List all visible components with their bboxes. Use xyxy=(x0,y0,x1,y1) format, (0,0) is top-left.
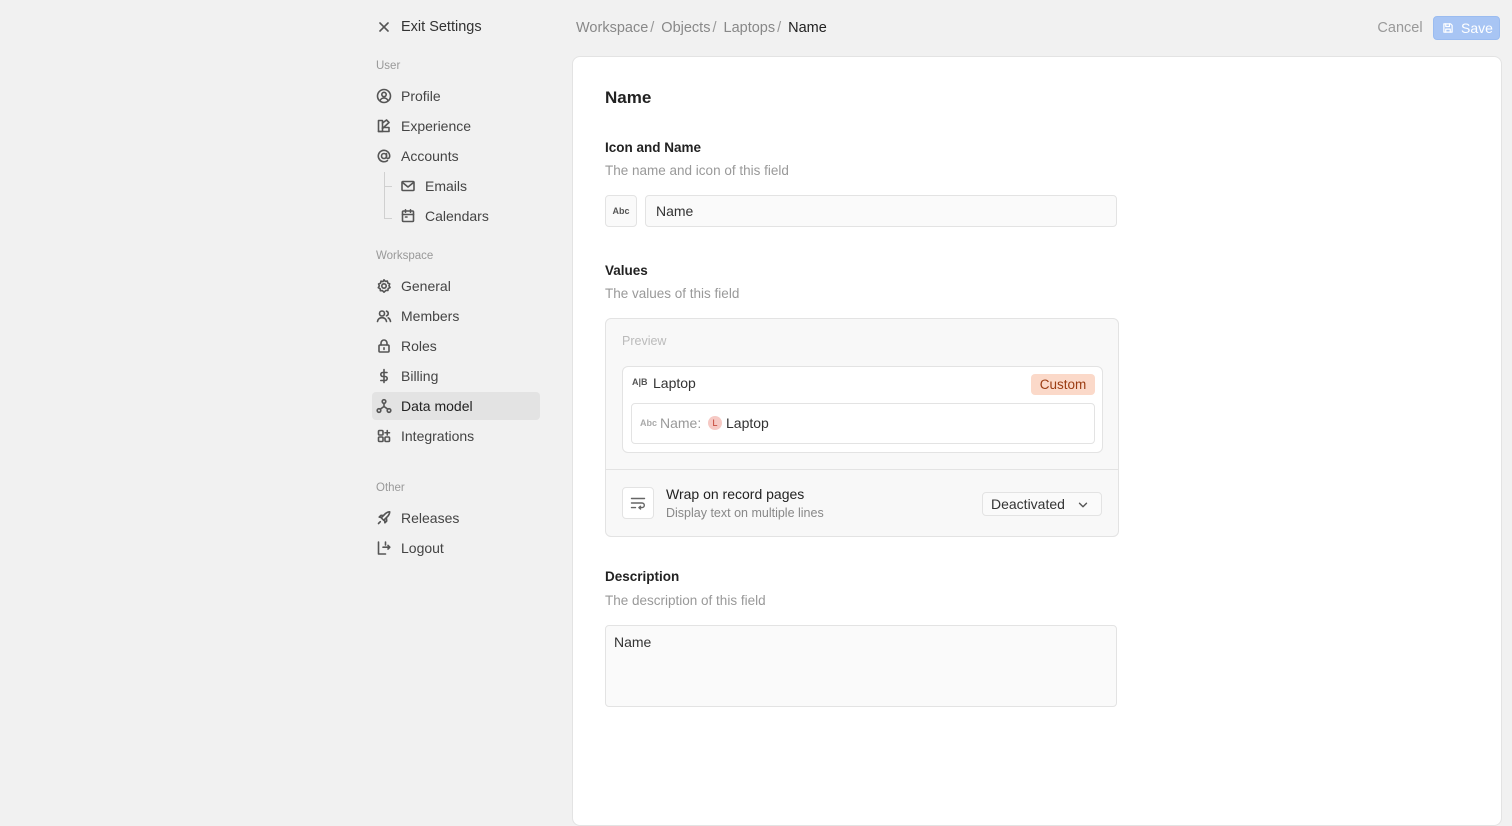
sidebar-item-label: Accounts xyxy=(401,148,459,164)
sidebar-item-members[interactable]: Members xyxy=(372,302,540,330)
section-label-workspace: Workspace xyxy=(376,250,434,262)
field-name-input[interactable] xyxy=(645,195,1117,227)
sidebar-item-releases[interactable]: Releases xyxy=(372,504,540,532)
description-heading: Description xyxy=(605,569,680,584)
swatch-book-icon xyxy=(376,118,392,134)
dollar-icon xyxy=(376,368,392,384)
sidebar-item-calendars[interactable]: Calendars xyxy=(396,202,540,230)
sidebar-item-general[interactable]: General xyxy=(372,272,540,300)
values-heading: Values xyxy=(605,263,648,278)
wrap-text-icon xyxy=(622,487,654,519)
custom-badge: Custom xyxy=(1031,374,1095,395)
description-textarea[interactable]: Name xyxy=(605,625,1117,707)
save-icon xyxy=(1440,20,1456,36)
save-button-label: Save xyxy=(1461,20,1493,36)
breadcrumb-laptops[interactable]: Laptops xyxy=(724,20,776,36)
text-type-icon: Abc xyxy=(640,418,658,428)
lock-icon xyxy=(376,338,392,354)
chevron-down-icon xyxy=(1075,497,1091,513)
icon-name-heading: Icon and Name xyxy=(605,140,702,155)
breadcrumb-current: Name xyxy=(788,20,827,36)
cancel-button[interactable]: Cancel xyxy=(1372,16,1428,40)
sidebar-item-data-model[interactable]: Data model xyxy=(372,392,540,420)
save-button[interactable]: Save xyxy=(1433,16,1500,40)
hierarchy-icon xyxy=(376,398,392,414)
sidebar-item-accounts[interactable]: Accounts xyxy=(372,142,540,170)
tree-connector xyxy=(384,172,385,218)
sidebar-item-billing[interactable]: Billing xyxy=(372,362,540,390)
wrap-setting-select[interactable]: Deactivated xyxy=(982,492,1102,516)
sidebar-item-label: General xyxy=(401,278,451,294)
wrap-setting-value: Deactivated xyxy=(991,496,1065,512)
icon-name-description: The name and icon of this field xyxy=(605,163,789,178)
sidebar-item-label: Experience xyxy=(401,118,472,134)
values-description: The values of this field xyxy=(605,286,740,301)
sidebar-item-label: Emails xyxy=(425,178,468,194)
section-label-other: Other xyxy=(376,482,405,494)
sidebar-item-emails[interactable]: Emails xyxy=(396,172,540,200)
sidebar-item-roles[interactable]: Roles xyxy=(372,332,540,360)
sidebar-item-label: Profile xyxy=(401,88,441,104)
wrap-setting-title: Wrap on record pages xyxy=(666,486,805,502)
sidebar-item-label: Members xyxy=(401,308,460,324)
text-type-icon: Abc xyxy=(612,206,630,216)
sidebar-item-label: Integrations xyxy=(401,428,475,444)
record-name: Laptop xyxy=(653,375,696,391)
mail-icon xyxy=(400,178,416,194)
sidebar-item-label: Releases xyxy=(401,510,460,526)
sidebar-item-profile[interactable]: Profile xyxy=(372,82,540,110)
apps-icon xyxy=(376,428,392,444)
tree-branch xyxy=(384,186,392,187)
field-preview-value: Laptop xyxy=(726,415,769,431)
at-sign-icon xyxy=(376,148,392,164)
breadcrumb-separator: / xyxy=(712,20,717,36)
sidebar-item-label: Logout xyxy=(401,540,444,556)
breadcrumb-workspace[interactable]: Workspace xyxy=(576,20,648,36)
icon-picker-button[interactable]: Abc xyxy=(605,195,637,227)
sidebar-item-logout[interactable]: Logout xyxy=(372,534,540,562)
page-title: Name xyxy=(605,88,652,107)
sidebar-item-label: Roles xyxy=(401,338,437,354)
divider xyxy=(606,469,1118,470)
calendar-icon xyxy=(400,208,416,224)
rocket-icon xyxy=(376,510,392,526)
sidebar-item-label: Billing xyxy=(401,368,439,384)
logout-icon xyxy=(376,540,392,556)
avatar: L xyxy=(708,416,722,430)
gear-icon xyxy=(376,278,392,294)
users-icon xyxy=(376,308,392,324)
exit-settings-label: Exit Settings xyxy=(401,19,482,35)
preview-label: Preview xyxy=(622,334,667,348)
breadcrumb: Workspace / Objects / Laptops / Name xyxy=(576,18,827,38)
section-label-user: User xyxy=(376,60,401,72)
breadcrumb-separator: / xyxy=(650,20,655,36)
close-icon xyxy=(376,19,392,35)
sidebar-item-label: Calendars xyxy=(425,208,489,224)
exit-settings-button[interactable]: Exit Settings xyxy=(376,15,482,39)
description-subtitle: The description of this field xyxy=(605,593,766,608)
breadcrumb-objects[interactable]: Objects xyxy=(661,20,710,36)
sidebar-item-label: Data model xyxy=(401,398,473,414)
tree-branch xyxy=(384,218,392,219)
sidebar-item-experience[interactable]: Experience xyxy=(372,112,540,140)
record-type-icon: A|B xyxy=(632,377,648,387)
wrap-setting-description: Display text on multiple lines xyxy=(666,506,824,520)
user-circle-icon xyxy=(376,88,392,104)
sidebar-item-integrations[interactable]: Integrations xyxy=(372,422,540,450)
breadcrumb-separator: / xyxy=(777,20,782,36)
field-preview-label: Name: xyxy=(660,415,702,431)
